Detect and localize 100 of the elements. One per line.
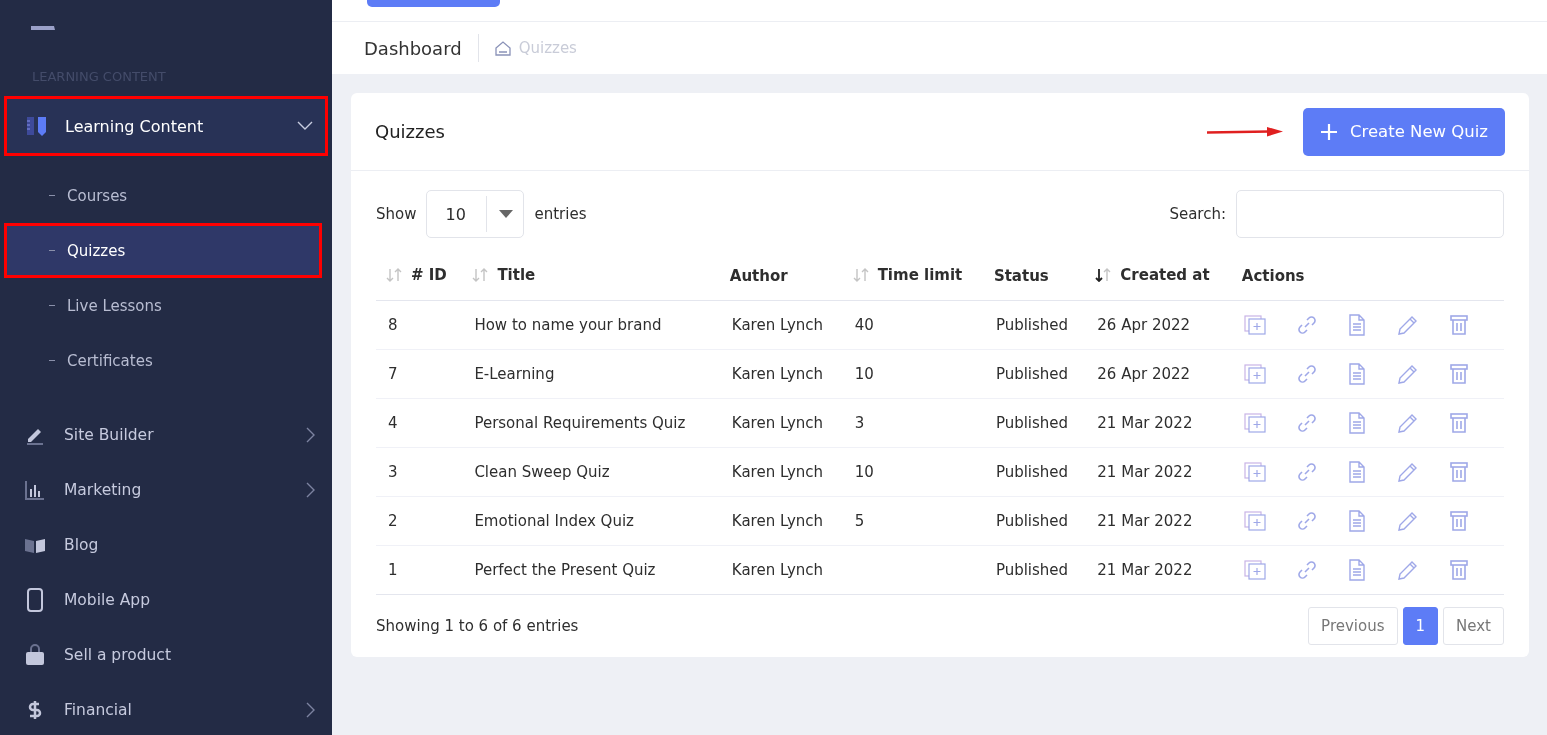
column-header[interactable]: Author bbox=[719, 252, 843, 301]
menu-item-label: Sell a product bbox=[64, 645, 172, 664]
delete-icon[interactable] bbox=[1449, 461, 1468, 483]
menu-item[interactable]: Financial bbox=[0, 682, 332, 735]
duplicate-icon[interactable] bbox=[1243, 364, 1266, 384]
table-cell: 4 bbox=[376, 398, 463, 448]
delete-icon[interactable] bbox=[1449, 363, 1468, 385]
edit-icon[interactable] bbox=[1396, 559, 1419, 581]
table-cell: 21 Mar 2022 bbox=[1085, 496, 1232, 546]
search-label: Search: bbox=[1169, 205, 1226, 223]
submenu-item[interactable]: Certificates bbox=[4, 333, 322, 388]
column-header[interactable]: Created at bbox=[1085, 252, 1232, 301]
table-cell: 26 Apr 2022 bbox=[1085, 300, 1232, 350]
submenu-label: Courses bbox=[67, 186, 128, 205]
table-cell: 21 Mar 2022 bbox=[1085, 447, 1232, 497]
dash-icon bbox=[49, 250, 55, 251]
sort-icon bbox=[386, 268, 403, 282]
document-icon[interactable] bbox=[1347, 363, 1366, 385]
delete-icon[interactable] bbox=[1449, 559, 1468, 581]
sort-icon bbox=[1095, 268, 1113, 282]
document-icon[interactable] bbox=[1347, 559, 1366, 581]
create-quiz-button[interactable]: Create New Quiz bbox=[1303, 107, 1505, 156]
delete-icon[interactable] bbox=[1449, 510, 1468, 532]
submenu-label: Live Lessons bbox=[67, 296, 162, 315]
table-info: Showing 1 to 6 of 6 entries bbox=[376, 617, 579, 635]
table-cell: 8 bbox=[376, 300, 463, 350]
table-cell: Karen Lynch bbox=[719, 349, 843, 399]
home-icon bbox=[494, 40, 511, 56]
edit-icon[interactable] bbox=[1396, 363, 1419, 385]
menu-group[interactable]: Learning Content bbox=[4, 96, 328, 156]
duplicate-icon[interactable] bbox=[1243, 413, 1266, 433]
column-header[interactable]: Status bbox=[983, 252, 1086, 301]
edit-icon[interactable] bbox=[1396, 412, 1419, 434]
caret-icon bbox=[499, 210, 514, 218]
edit-icon[interactable] bbox=[1396, 314, 1419, 336]
link-icon[interactable] bbox=[1296, 462, 1317, 482]
chevron-icon bbox=[297, 121, 313, 131]
link-icon[interactable] bbox=[1296, 560, 1317, 580]
edit-icon[interactable] bbox=[1396, 510, 1419, 532]
table-cell: 3 bbox=[376, 447, 463, 497]
submenu-label: Certificates bbox=[67, 351, 153, 370]
shopping-bag-icon bbox=[24, 643, 46, 666]
delete-icon[interactable] bbox=[1449, 412, 1468, 434]
menu-item[interactable]: Site Builder bbox=[0, 407, 332, 462]
show-label: Show bbox=[376, 205, 417, 223]
duplicate-icon[interactable] bbox=[1243, 315, 1266, 335]
dash-icon bbox=[49, 195, 55, 196]
next-button[interactable]: Next bbox=[1443, 607, 1504, 645]
page-button[interactable]: 1 bbox=[1402, 607, 1439, 645]
column-header[interactable]: Title bbox=[462, 252, 720, 301]
table-cell: 40 bbox=[842, 300, 984, 350]
submenu-item[interactable]: Quizzes bbox=[4, 223, 322, 278]
table-cell: Perfect the Present Quiz bbox=[462, 545, 720, 595]
menu-group-label: Learning Content bbox=[65, 116, 205, 136]
page-title: Dashboard bbox=[364, 37, 462, 59]
search-field[interactable] bbox=[1236, 190, 1504, 238]
previous-button[interactable]: Previous bbox=[1308, 607, 1398, 645]
link-icon[interactable] bbox=[1296, 413, 1317, 433]
document-icon[interactable] bbox=[1347, 412, 1366, 434]
column-header[interactable]: Time limit bbox=[842, 252, 984, 301]
table-cell: Published bbox=[983, 545, 1086, 595]
document-icon[interactable] bbox=[1347, 461, 1366, 483]
dash-icon bbox=[49, 360, 55, 361]
submenu-item[interactable]: Courses bbox=[4, 168, 322, 223]
table-cell: E-Learning bbox=[462, 349, 720, 399]
table-cell: Published bbox=[983, 398, 1086, 448]
link-icon[interactable] bbox=[1296, 511, 1317, 531]
table-cell: Emotional Index Quiz bbox=[462, 496, 720, 546]
document-icon[interactable] bbox=[1347, 314, 1366, 336]
top-button[interactable] bbox=[367, 0, 500, 7]
delete-icon[interactable] bbox=[1449, 314, 1468, 336]
column-header[interactable]: # ID bbox=[376, 252, 463, 301]
menu-item-label: Marketing bbox=[64, 480, 143, 499]
duplicate-icon[interactable] bbox=[1243, 511, 1266, 531]
page-size-select[interactable]: 10 bbox=[426, 190, 525, 238]
table-cell: How to name your brand bbox=[462, 300, 720, 350]
table-cell: 26 Apr 2022 bbox=[1085, 349, 1232, 399]
table-cell: Published bbox=[983, 447, 1086, 497]
menu-item[interactable]: Marketing bbox=[0, 462, 332, 517]
column-header[interactable]: Actions bbox=[1231, 252, 1504, 301]
document-icon[interactable] bbox=[1347, 510, 1366, 532]
duplicate-icon[interactable] bbox=[1243, 462, 1266, 482]
menu-item-label: Site Builder bbox=[64, 425, 155, 444]
link-icon[interactable] bbox=[1296, 364, 1317, 384]
dash-icon bbox=[49, 305, 55, 306]
edit-icon[interactable] bbox=[1396, 461, 1419, 483]
duplicate-icon[interactable] bbox=[1243, 560, 1266, 580]
table-cell: Karen Lynch bbox=[719, 545, 843, 595]
sort-icon bbox=[472, 268, 490, 282]
table-cell: 21 Mar 2022 bbox=[1085, 398, 1232, 448]
table-cell: Clean Sweep Quiz bbox=[462, 447, 720, 497]
table-cell: Personal Requirements Quiz bbox=[462, 398, 720, 448]
menu-item[interactable]: Blog bbox=[0, 517, 332, 572]
table-cell: Karen Lynch bbox=[719, 300, 843, 350]
submenu-item[interactable]: Live Lessons bbox=[4, 278, 322, 333]
entries-label: entries bbox=[534, 205, 587, 223]
table-cell: Karen Lynch bbox=[719, 496, 843, 546]
menu-item[interactable]: Mobile App bbox=[0, 572, 332, 627]
link-icon[interactable] bbox=[1296, 315, 1317, 335]
menu-item[interactable]: Sell a product bbox=[0, 627, 332, 682]
